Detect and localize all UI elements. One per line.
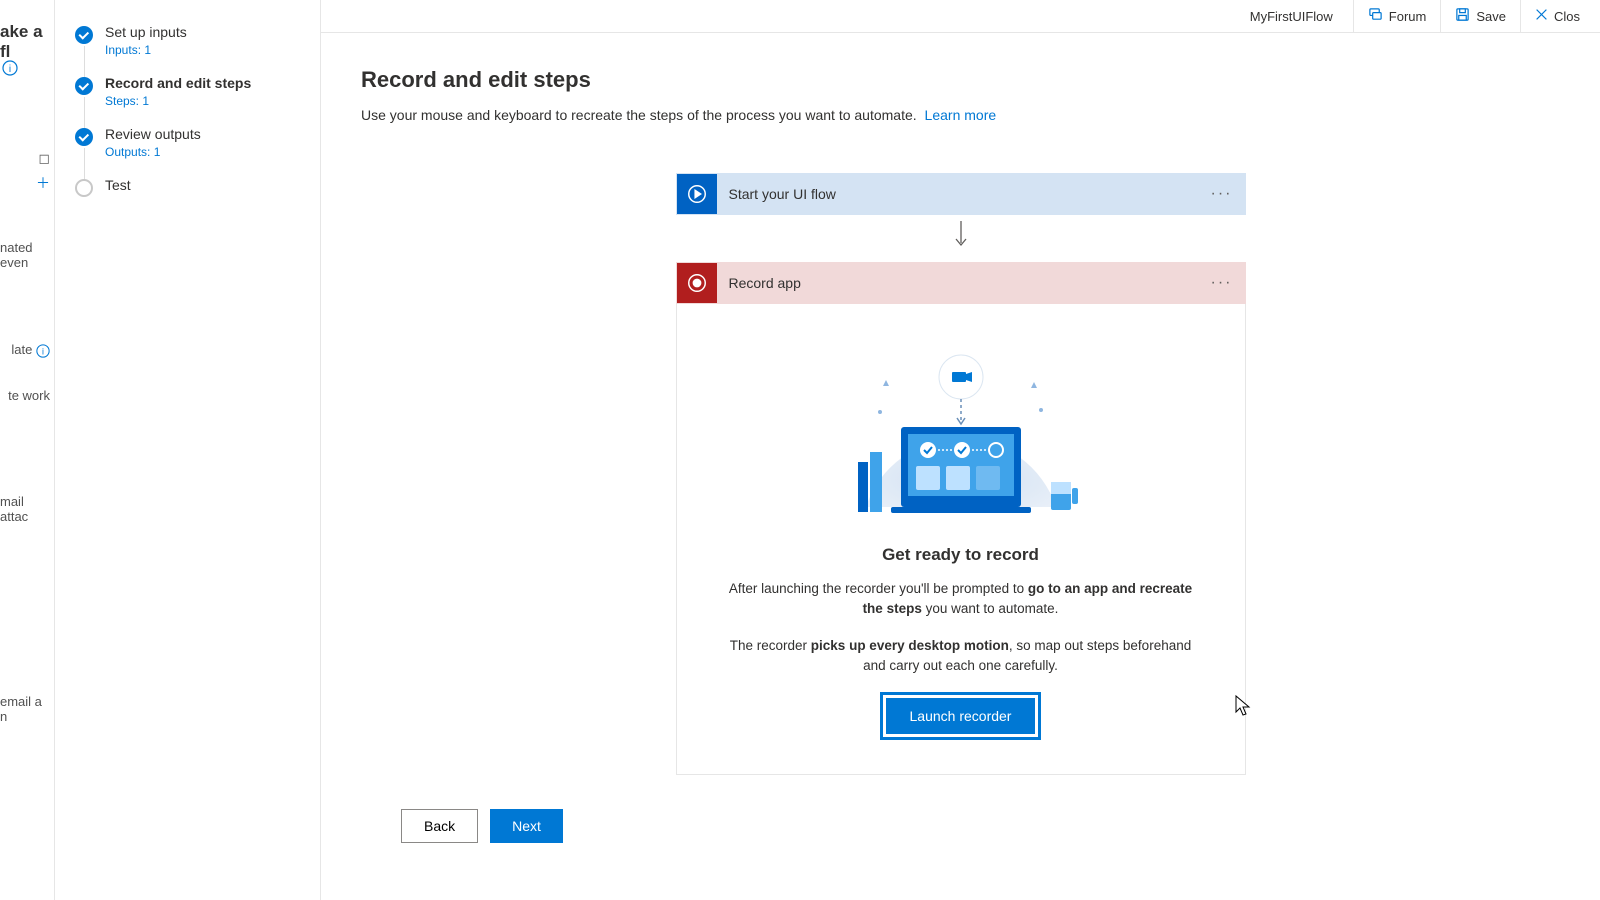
step-review-outputs[interactable]: Review outputs Outputs: 1	[75, 126, 300, 159]
clipped-text: te work	[8, 388, 50, 403]
clipped-title: ake a fl	[0, 22, 48, 62]
card-record-app[interactable]: Record app ···	[676, 262, 1246, 304]
record-icon	[677, 263, 717, 303]
step-title: Record and edit steps	[105, 75, 251, 91]
learn-more-link[interactable]: Learn more	[925, 107, 997, 123]
record-heading: Get ready to record	[721, 545, 1201, 565]
card-label: Record app	[729, 275, 1211, 291]
clipped-text: email a n	[0, 694, 50, 724]
step-subtitle: Steps: 1	[105, 94, 251, 108]
record-paragraph-2: The recorder picks up every desktop moti…	[721, 636, 1201, 677]
card-label: Start your UI flow	[729, 186, 1211, 202]
page-description: Use your mouse and keyboard to recreate …	[361, 107, 1560, 123]
step-title: Test	[105, 177, 131, 193]
square-icon: ◻	[36, 150, 50, 167]
back-button[interactable]: Back	[401, 809, 478, 843]
step-subtitle: Inputs: 1	[105, 43, 187, 57]
more-menu[interactable]: ···	[1211, 185, 1233, 203]
page-title: Record and edit steps	[361, 67, 1560, 93]
step-test[interactable]: Test	[75, 177, 300, 197]
record-paragraph-1: After launching the recorder you'll be p…	[721, 579, 1201, 620]
circle-icon	[75, 179, 93, 197]
card-start-ui-flow[interactable]: Start your UI flow ···	[676, 173, 1246, 215]
close-icon	[1535, 8, 1548, 24]
forum-button[interactable]: Forum	[1353, 0, 1441, 33]
steps-sidebar: Set up inputs Inputs: 1 Record and edit …	[55, 0, 320, 900]
clipped-text: late i	[11, 342, 50, 358]
step-title: Set up inputs	[105, 24, 187, 40]
step-set-up-inputs[interactable]: Set up inputs Inputs: 1	[75, 24, 300, 57]
info-icon: i	[36, 344, 50, 358]
plus-icon[interactable]: ＋	[36, 173, 50, 193]
clipped-text: mail attac	[0, 494, 50, 524]
clipped-text: nated even	[0, 240, 50, 270]
svg-text:i: i	[9, 64, 11, 75]
top-bar: MyFirstUIFlow Forum Save Clos	[321, 0, 1600, 33]
close-button[interactable]: Clos	[1520, 0, 1594, 33]
checkmark-icon	[75, 128, 93, 146]
save-icon	[1455, 7, 1470, 25]
launch-recorder-button[interactable]: Launch recorder	[886, 698, 1036, 734]
launch-button-focus-ring: Launch recorder	[880, 692, 1042, 740]
checkmark-icon	[75, 77, 93, 95]
main-area: MyFirstUIFlow Forum Save Clos	[320, 0, 1600, 900]
step-subtitle: Outputs: 1	[105, 145, 201, 159]
flow-name: MyFirstUIFlow	[1250, 9, 1333, 24]
clipped-left-panel: ake a fl i ◻ ＋ nated even late i te work…	[0, 0, 55, 900]
recorder-illustration	[826, 332, 1096, 527]
step-record-edit[interactable]: Record and edit steps Steps: 1	[75, 75, 300, 108]
next-button[interactable]: Next	[490, 809, 563, 843]
more-menu[interactable]: ···	[1211, 274, 1233, 292]
svg-text:i: i	[42, 346, 44, 356]
step-title: Review outputs	[105, 126, 201, 142]
play-icon	[677, 174, 717, 214]
forum-icon	[1368, 7, 1383, 25]
info-icon: i	[2, 60, 18, 76]
checkmark-icon	[75, 26, 93, 44]
save-button[interactable]: Save	[1440, 0, 1520, 33]
record-panel-body: Get ready to record After launching the …	[676, 304, 1246, 775]
flow-arrow	[676, 215, 1246, 262]
